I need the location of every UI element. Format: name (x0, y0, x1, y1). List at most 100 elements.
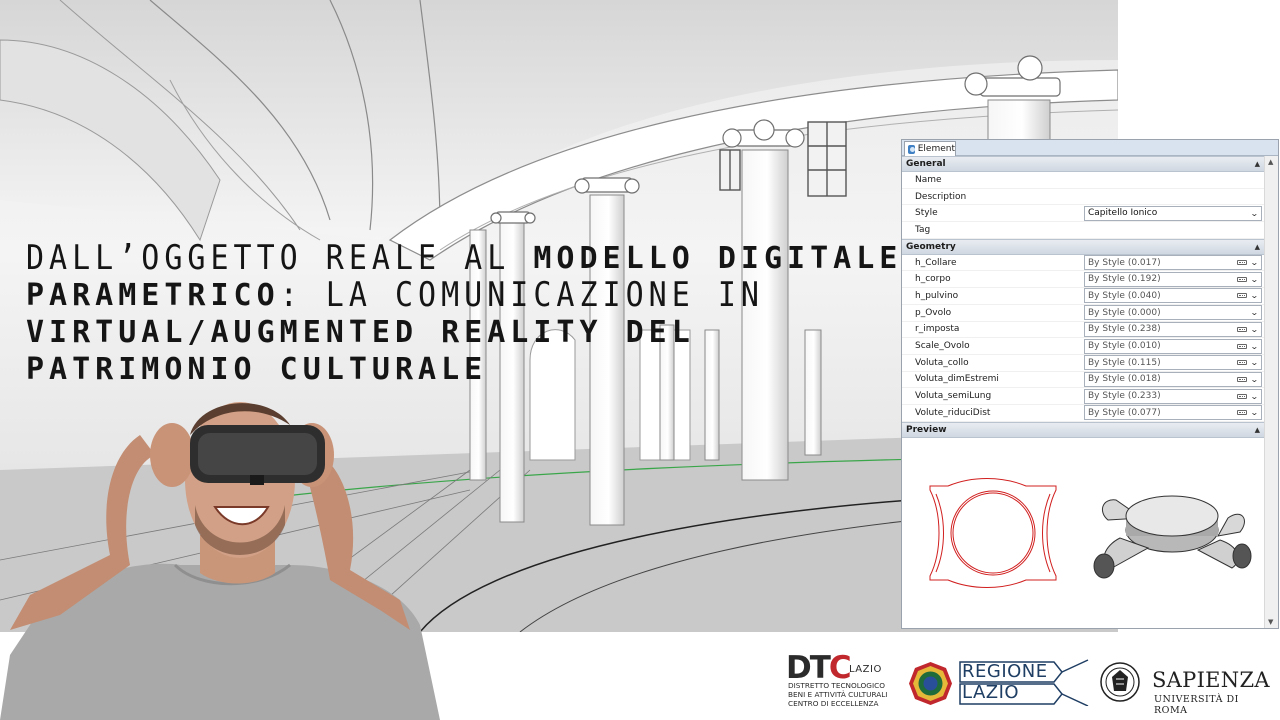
geometry-param-dropdown[interactable]: By Style (0.018) ⌄ (1084, 371, 1262, 387)
scroll-down-icon[interactable]: ▼ (1268, 618, 1273, 626)
geometry-param-dropdown[interactable]: By Style (0.000) ⌄ (1084, 305, 1262, 321)
edit-field-icon[interactable] (1237, 343, 1248, 349)
style-dropdown[interactable]: Capitello Ionico ⌄ (1084, 205, 1262, 221)
prop-name-label: Name (915, 174, 942, 185)
section-preview-header[interactable]: Preview ▲ (902, 421, 1264, 438)
edit-field-icon[interactable] (1237, 376, 1248, 382)
regione-lazio-emblem (909, 662, 952, 705)
section-preview-label: Preview (906, 424, 947, 435)
tab-element[interactable]: Element (904, 141, 956, 156)
prop-row-geometry: Volute_riduciDist By Style (0.077) ⌄ (902, 405, 1264, 422)
collapse-up-icon[interactable]: ▲ (1255, 243, 1260, 251)
geometry-param-label: r_imposta (915, 324, 960, 335)
prop-row-geometry: h_Collare By Style (0.017) ⌄ (902, 255, 1264, 272)
geometry-param-dropdown[interactable]: By Style (0.238) ⌄ (1084, 321, 1262, 337)
geometry-rows: h_Collare By Style (0.017) ⌄ h_corpo By Styl… (902, 255, 1278, 422)
geometry-param-dropdown[interactable]: By Style (0.040) ⌄ (1084, 288, 1262, 304)
ionic-capital-preview-drawing (929, 477, 1252, 588)
geometry-param-dropdown[interactable]: By Style (0.017) ⌄ (1084, 255, 1262, 271)
element-icon (908, 144, 915, 154)
chevron-down-icon[interactable]: ⌄ (1250, 209, 1259, 218)
regione-line-1: REGIONE (962, 661, 1048, 682)
prop-row-geometry: h_corpo By Style (0.192) ⌄ (902, 271, 1264, 289)
dtc-line-2: BENI E ATTIVITÀ CULTURALI (788, 690, 888, 699)
panel-scrollbar[interactable]: ▲ ▼ (1264, 156, 1278, 628)
prop-row-geometry: h_pulvino By Style (0.040) ⌄ (902, 288, 1264, 305)
geometry-param-value: By Style (0.238) (1088, 324, 1161, 335)
geometry-param-label: Voluta_dimEstremi (915, 374, 999, 385)
chevron-down-icon[interactable]: ⌄ (1250, 308, 1259, 317)
capital-preview (902, 438, 1264, 618)
geometry-param-value: By Style (0.018) (1088, 374, 1161, 385)
dtc-lazio-label: LAZIO (849, 664, 882, 675)
geometry-param-controls: ⌄ (1237, 392, 1259, 401)
prop-row-geometry: r_imposta By Style (0.238) ⌄ (902, 321, 1264, 339)
geometry-param-label: h_pulvino (915, 290, 959, 301)
edit-field-icon[interactable] (1237, 260, 1248, 266)
person-vr-photo (0, 395, 440, 720)
section-general-header[interactable]: General ▲ (902, 156, 1264, 172)
chevron-down-icon[interactable]: ⌄ (1250, 392, 1259, 401)
geometry-param-dropdown[interactable]: By Style (0.010) ⌄ (1084, 338, 1262, 354)
scroll-up-icon[interactable]: ▲ (1268, 158, 1273, 166)
edit-field-icon[interactable] (1237, 360, 1248, 366)
prop-row-geometry: Scale_Ovolo By Style (0.010) ⌄ (902, 338, 1264, 355)
geometry-param-dropdown[interactable]: By Style (0.077) ⌄ (1084, 405, 1262, 421)
edit-field-icon[interactable] (1237, 326, 1248, 332)
sapienza-name: SAPIENZA (1152, 668, 1270, 692)
prop-row-name: Name (902, 172, 1264, 189)
geometry-param-value: By Style (0.233) (1088, 391, 1161, 402)
chevron-down-icon[interactable]: ⌄ (1250, 358, 1259, 367)
sapienza-subtitle: UNIVERSITÀ DI ROMA (1154, 694, 1239, 716)
chevron-down-icon[interactable]: ⌄ (1250, 291, 1259, 300)
prop-name-value[interactable] (1084, 172, 1262, 187)
section-general-label: General (906, 159, 946, 169)
style-dropdown-value: Capitello Ionico (1088, 208, 1158, 219)
regione-lazio-wordmark: REGIONE LAZIO (962, 661, 1048, 703)
edit-field-icon[interactable] (1237, 393, 1248, 399)
element-properties-panel: Element General ▲ Name Description Style… (901, 139, 1279, 629)
sapienza-seal-icon (1100, 662, 1140, 702)
geometry-param-label: Volute_riduciDist (915, 407, 991, 418)
title-segment-4: VIRTUAL/AUGMENTED REALITY DEL PATRIMONIO… (26, 315, 718, 387)
chevron-down-icon[interactable]: ⌄ (1250, 408, 1259, 417)
geometry-param-value: By Style (0.192) (1088, 274, 1161, 285)
prop-row-style: Style Capitello Ionico ⌄ (902, 205, 1264, 223)
geometry-param-controls: ⌄ (1237, 275, 1259, 284)
geometry-param-value: By Style (0.077) (1088, 407, 1161, 418)
prop-row-geometry: Voluta_dimEstremi By Style (0.018) ⌄ (902, 371, 1264, 389)
collapse-up-icon[interactable]: ▲ (1255, 160, 1260, 168)
prop-row-description: Description (902, 189, 1264, 206)
chevron-down-icon[interactable]: ⌄ (1250, 342, 1259, 351)
section-geometry-header[interactable]: Geometry ▲ (902, 238, 1264, 255)
geometry-param-value: By Style (0.017) (1088, 257, 1161, 268)
edit-field-icon[interactable] (1237, 276, 1248, 282)
geometry-param-controls: ⌄ (1250, 308, 1259, 317)
geometry-param-value: By Style (0.040) (1088, 290, 1161, 301)
geometry-param-controls: ⌄ (1237, 342, 1259, 351)
collapse-up-icon[interactable]: ▲ (1255, 426, 1260, 434)
geometry-param-label: h_Collare (915, 257, 957, 268)
geometry-param-controls: ⌄ (1237, 258, 1259, 267)
prop-description-value[interactable] (1084, 189, 1262, 204)
edit-field-icon[interactable] (1237, 410, 1248, 416)
geometry-param-value: By Style (0.115) (1088, 357, 1161, 368)
geometry-param-dropdown[interactable]: By Style (0.115) ⌄ (1084, 355, 1262, 371)
chevron-down-icon[interactable]: ⌄ (1250, 375, 1259, 384)
geometry-param-controls: ⌄ (1237, 325, 1259, 334)
prop-style-label: Style (915, 208, 938, 219)
section-geometry-label: Geometry (906, 241, 956, 252)
geometry-param-dropdown[interactable]: By Style (0.233) ⌄ (1084, 388, 1262, 404)
geometry-param-value: By Style (0.000) (1088, 307, 1161, 318)
edit-field-icon[interactable] (1237, 293, 1248, 299)
prop-description-label: Description (915, 191, 967, 202)
dtc-lazio-logo: DTC LAZIO DISTRETTO TECNOLOGICO BENI E A… (782, 650, 904, 712)
geometry-param-dropdown[interactable]: By Style (0.192) ⌄ (1084, 271, 1262, 287)
chevron-down-icon[interactable]: ⌄ (1250, 325, 1259, 334)
prop-tag-value[interactable] (1084, 222, 1262, 237)
partner-logos: DTC LAZIO DISTRETTO TECNOLOGICO BENI E A… (778, 650, 1270, 716)
chevron-down-icon[interactable]: ⌄ (1250, 258, 1259, 267)
chevron-down-icon[interactable]: ⌄ (1250, 275, 1259, 284)
geometry-param-label: p_Ovolo (915, 307, 952, 318)
geometry-param-label: Voluta_collo (915, 357, 969, 368)
